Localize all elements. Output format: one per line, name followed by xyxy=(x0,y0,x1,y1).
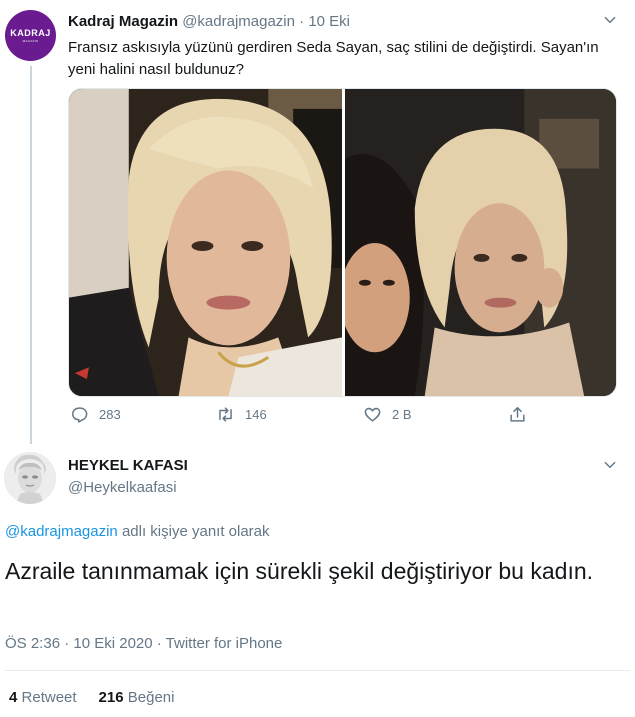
retweet-icon xyxy=(219,407,232,422)
chevron-down-icon[interactable] xyxy=(603,13,617,27)
kadraj-avatar[interactable]: KADRAJ MAGAZIN xyxy=(5,10,56,61)
reply-tweet[interactable]: HEYKEL KAFASI @Heykelkaafasi @kadrajmaga… xyxy=(0,445,635,717)
replying-mention-link[interactable]: @kadrajmagazin xyxy=(5,523,118,540)
thread-line xyxy=(30,66,32,444)
photo-right[interactable] xyxy=(345,89,616,396)
tweet-actions: 283 146 2 B xyxy=(0,405,635,433)
display-name[interactable]: Kadraj Magazin xyxy=(68,13,178,30)
chevron-down-icon[interactable] xyxy=(603,458,617,472)
share-button[interactable] xyxy=(508,405,537,424)
reply-button[interactable]: 283 xyxy=(70,405,121,424)
heykel-avatar[interactable] xyxy=(4,452,56,504)
likes-label: Beğeni xyxy=(127,689,175,706)
reply-text: Azraile tanınmamak için sürekli şekil de… xyxy=(5,558,594,584)
tweet-text: Fransız askısıyla yüzünü gerdiren Seda S… xyxy=(68,39,599,78)
retweets-count: 4 xyxy=(9,689,18,706)
tweet-media[interactable] xyxy=(68,88,617,397)
reply-count: 283 xyxy=(99,407,121,422)
header-separator: · xyxy=(299,13,305,30)
tweet-date[interactable]: 10 Eki xyxy=(308,13,350,30)
share-icon xyxy=(510,407,525,422)
avatar-logo-subtext: MAGAZIN xyxy=(22,39,39,43)
reply-display-name[interactable]: HEYKEL KAFASI xyxy=(68,457,188,474)
replying-suffix: adlı kişiye yanıt olarak xyxy=(117,523,270,540)
likes-stat[interactable]: 216 Beğeni xyxy=(99,689,175,706)
stats-divider xyxy=(5,670,630,671)
reply-meta[interactable]: ÖS 2:36 · 10 Eki 2020 · Twitter for iPho… xyxy=(5,635,282,652)
reply-icon xyxy=(72,407,88,423)
reply-stats: 4 Retweet 216 Beğeni xyxy=(9,689,174,706)
like-icon xyxy=(364,407,381,422)
retweets-stat[interactable]: 4 Retweet xyxy=(9,689,77,706)
retweets-label: Retweet xyxy=(21,689,77,706)
retweet-count: 146 xyxy=(245,407,267,422)
like-count: 2 B xyxy=(392,407,412,422)
reply-handle[interactable]: @Heykelkaafasi xyxy=(68,479,177,496)
retweet-button[interactable]: 146 xyxy=(216,405,267,424)
handle[interactable]: @kadrajmagazin xyxy=(182,13,295,30)
photo-left[interactable] xyxy=(69,89,342,396)
tweet-header: Kadraj Magazin @kadrajmagazin · 10 Eki xyxy=(68,13,350,31)
avatar-logo-text: KADRAJ xyxy=(10,28,51,38)
like-button[interactable]: 2 B xyxy=(363,405,412,424)
replying-to: @kadrajmagazin adlı kişiye yanıt olarak xyxy=(5,523,270,540)
original-tweet[interactable]: KADRAJ MAGAZIN Kadraj Magazin @kadrajmag… xyxy=(0,0,635,445)
likes-count: 216 xyxy=(98,689,124,706)
